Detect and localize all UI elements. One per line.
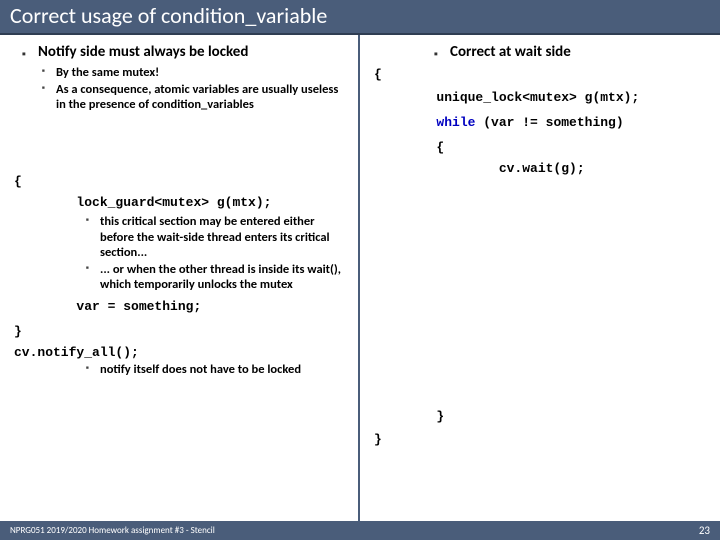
r-wait: cv.wait(g); bbox=[374, 161, 710, 176]
r-close: } bbox=[374, 432, 710, 447]
left-bottom-notes: notify itself does not have to be locked bbox=[100, 362, 348, 378]
left-column: Notify side must always be locked By the… bbox=[0, 35, 360, 521]
right-column: Correct at wait side { unique_lock<mutex… bbox=[360, 35, 720, 521]
footer: NPRG051 2019/2020 Homework assignment #3… bbox=[0, 521, 720, 540]
footer-text: NPRG051 2019/2020 Homework assignment #3… bbox=[10, 525, 215, 536]
code-open-brace: { bbox=[14, 174, 348, 189]
right-heading: Correct at wait side bbox=[450, 43, 710, 61]
code-close-brace: } bbox=[14, 324, 348, 339]
left-sub-2: As a consequence, atomic variables are u… bbox=[56, 82, 348, 113]
slide-title: Correct usage of condition_variable bbox=[0, 0, 720, 35]
slide: Correct usage of condition_variable Noti… bbox=[0, 0, 720, 540]
kw-while: while bbox=[374, 115, 475, 130]
r-open: { bbox=[374, 67, 710, 82]
page-number: 23 bbox=[699, 524, 710, 537]
slide-body: Notify side must always be locked By the… bbox=[0, 35, 720, 521]
left-heading: Notify side must always be locked bbox=[38, 43, 348, 61]
code-notify: cv.notify_all(); bbox=[14, 345, 348, 360]
r-while: while (var != something) bbox=[374, 115, 710, 130]
left-sub-list: By the same mutex! As a consequence, ato… bbox=[56, 65, 348, 113]
r-while-cond: (var != something) bbox=[475, 115, 623, 130]
r-lock: unique_lock<mutex> g(mtx); bbox=[374, 90, 710, 105]
code-assign: var = something; bbox=[14, 299, 348, 314]
left-note-1: this critical section may be entered eit… bbox=[100, 214, 348, 261]
left-note-2: ... or when the other thread is inside i… bbox=[100, 262, 348, 293]
left-mid-notes: this critical section may be entered eit… bbox=[100, 214, 348, 293]
code-lockguard: lock_guard<mutex> g(mtx); bbox=[14, 195, 348, 210]
left-note-3: notify itself does not have to be locked bbox=[100, 362, 348, 378]
r-close2: } bbox=[374, 409, 710, 424]
left-sub-1: By the same mutex! bbox=[56, 65, 348, 81]
r-open2: { bbox=[374, 140, 710, 155]
